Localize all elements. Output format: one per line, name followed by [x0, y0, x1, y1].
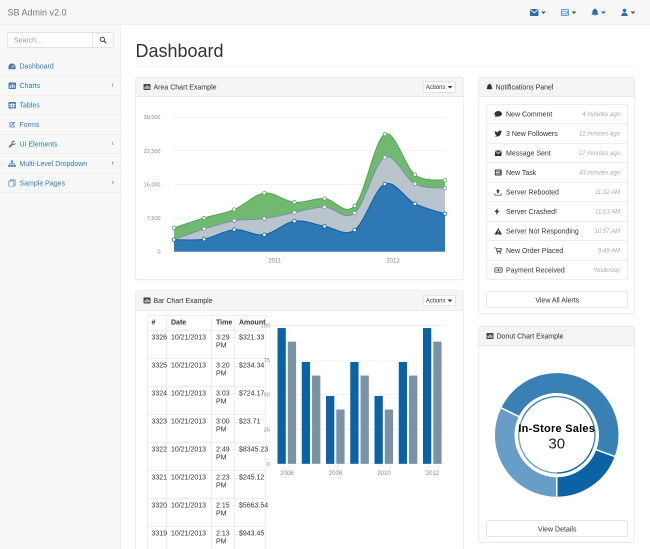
svg-text:7,500: 7,500 [147, 216, 161, 222]
svg-text:50: 50 [264, 393, 270, 399]
svg-text:25: 25 [264, 427, 270, 433]
svg-text:2010: 2010 [377, 471, 391, 477]
svg-text:2008: 2008 [329, 471, 343, 477]
svg-text:30,000: 30,000 [144, 115, 161, 121]
svg-text:2006: 2006 [280, 471, 294, 477]
svg-text:0: 0 [157, 250, 160, 256]
svg-text:75: 75 [264, 358, 270, 364]
svg-text:2012: 2012 [386, 259, 400, 265]
svg-text:15,000: 15,000 [144, 182, 161, 188]
svg-text:22,500: 22,500 [144, 149, 161, 155]
svg-text:0: 0 [267, 462, 270, 468]
svg-text:In-Store Sales: In-Store Sales [518, 423, 595, 435]
svg-text:100: 100 [261, 324, 270, 330]
svg-text:2011: 2011 [268, 259, 282, 265]
svg-text:30: 30 [548, 436, 565, 453]
svg-text:2012: 2012 [426, 471, 440, 477]
